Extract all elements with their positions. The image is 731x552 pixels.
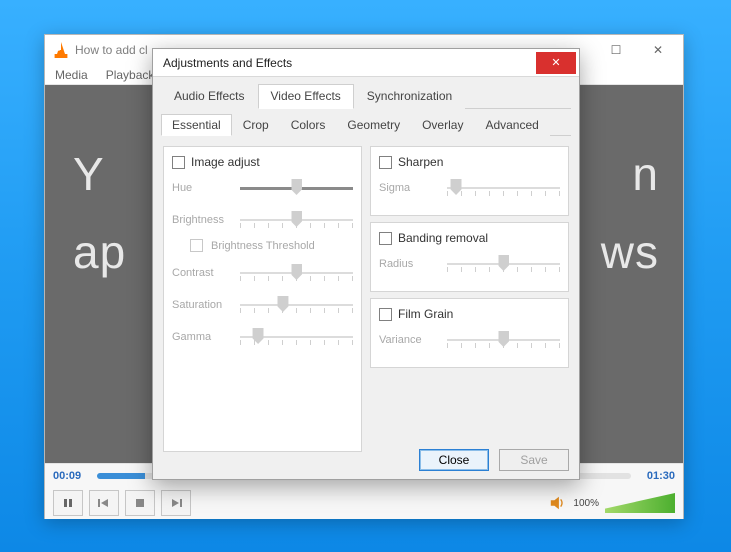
checkbox-image-adjust[interactable] (172, 156, 185, 169)
checkbox-sharpen[interactable] (379, 156, 392, 169)
dialog-close-button[interactable]: ✕ (536, 52, 576, 74)
main-tabstrip: Audio Effects Video Effects Synchronizat… (161, 83, 571, 109)
checkbox-brightness-threshold[interactable] (190, 239, 203, 252)
group-sharpen: Sharpen Sigma (370, 146, 569, 216)
label-variance: Variance (379, 334, 439, 346)
label-film-grain: Film Grain (398, 307, 453, 321)
slider-saturation[interactable] (240, 294, 353, 316)
slider-contrast[interactable] (240, 262, 353, 284)
group-film-grain: Film Grain Variance (370, 298, 569, 368)
next-button[interactable] (161, 490, 191, 516)
adjustments-effects-dialog: Adjustments and Effects ✕ Audio Effects … (152, 48, 580, 480)
subtab-advanced[interactable]: Advanced (474, 114, 549, 136)
vlc-cone-icon (53, 42, 69, 58)
label-saturation: Saturation (172, 299, 232, 311)
stop-button[interactable] (125, 490, 155, 516)
label-radius: Radius (379, 258, 439, 270)
label-gamma: Gamma (172, 331, 232, 343)
slider-sigma[interactable] (447, 177, 560, 199)
previous-button[interactable] (89, 490, 119, 516)
close-window-button[interactable]: ✕ (637, 36, 679, 64)
video-bg-text: ws (601, 223, 659, 283)
slider-radius[interactable] (447, 253, 560, 275)
label-image-adjust: Image adjust (191, 155, 260, 169)
subtab-essential[interactable]: Essential (161, 114, 232, 136)
sub-tabstrip: Essential Crop Colors Geometry Overlay A… (161, 113, 571, 136)
slider-gamma[interactable] (240, 326, 353, 348)
label-hue: Hue (172, 182, 232, 194)
slider-brightness[interactable] (240, 209, 353, 231)
label-sigma: Sigma (379, 182, 439, 194)
volume-percent: 100% (573, 498, 599, 509)
label-banding-removal: Banding removal (398, 231, 488, 245)
time-elapsed: 00:09 (53, 470, 89, 482)
dialog-title: Adjustments and Effects (163, 56, 292, 70)
close-button[interactable]: Close (419, 449, 489, 471)
video-bg-text: n (601, 145, 659, 205)
tab-video-effects[interactable]: Video Effects (258, 84, 354, 109)
menu-media[interactable]: Media (55, 68, 88, 82)
group-image-adjust: Image adjust Hue Brightness (163, 146, 362, 452)
volume-slider[interactable] (605, 493, 675, 513)
seek-fill (97, 473, 145, 479)
slider-variance[interactable] (447, 329, 560, 351)
maximize-button[interactable]: ☐ (595, 36, 637, 64)
speaker-icon[interactable] (549, 494, 567, 512)
label-contrast: Contrast (172, 267, 232, 279)
menu-playback[interactable]: Playback (106, 68, 155, 82)
video-bg-text: ap (73, 223, 126, 283)
checkbox-film-grain[interactable] (379, 308, 392, 321)
pause-button[interactable] (53, 490, 83, 516)
slider-hue[interactable] (240, 177, 353, 199)
subtab-crop[interactable]: Crop (232, 114, 280, 136)
checkbox-banding-removal[interactable] (379, 232, 392, 245)
tab-synchronization[interactable]: Synchronization (354, 84, 465, 109)
time-total: 01:30 (639, 470, 675, 482)
video-bg-text: Y (73, 145, 126, 205)
save-button[interactable]: Save (499, 449, 569, 471)
subtab-overlay[interactable]: Overlay (411, 114, 474, 136)
subtab-geometry[interactable]: Geometry (336, 114, 411, 136)
label-brightness-threshold: Brightness Threshold (211, 240, 315, 252)
label-sharpen: Sharpen (398, 155, 443, 169)
dialog-titlebar[interactable]: Adjustments and Effects ✕ (153, 49, 579, 77)
tab-audio-effects[interactable]: Audio Effects (161, 84, 258, 109)
label-brightness: Brightness (172, 214, 232, 226)
subtab-colors[interactable]: Colors (280, 114, 337, 136)
group-banding-removal: Banding removal Radius (370, 222, 569, 292)
